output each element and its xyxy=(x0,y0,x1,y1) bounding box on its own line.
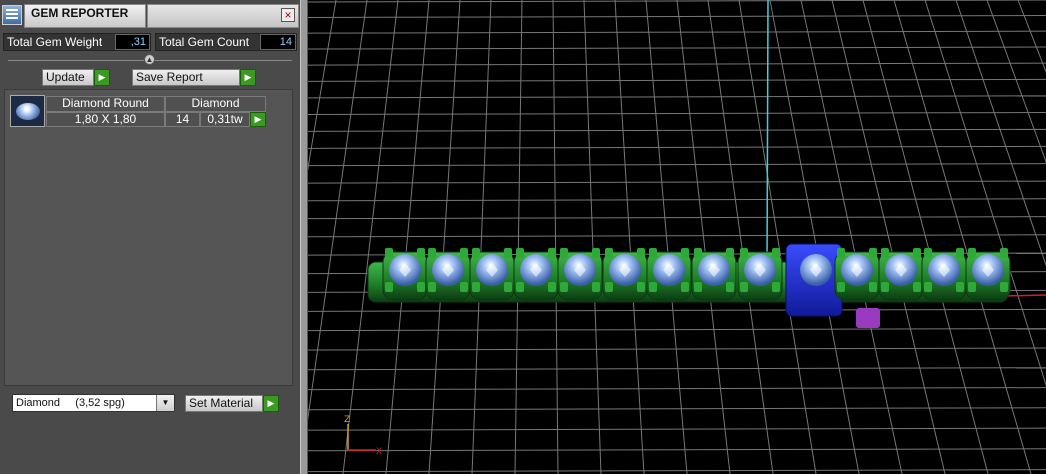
gem-reporter-app-icon xyxy=(2,5,22,25)
gem-weight-cell: 0,31tw xyxy=(200,112,250,127)
viewport-canvas[interactable]: X Z xyxy=(308,0,1046,474)
row-select-arrow-icon[interactable]: ▶ xyxy=(250,112,266,127)
material-select[interactable]: Diamond (3,52 spg) xyxy=(12,394,175,412)
axis-z-label: Z xyxy=(344,415,350,425)
set-material-arrow-icon[interactable]: ▶ xyxy=(263,395,279,412)
axis-gizmo: X Z xyxy=(344,415,382,457)
gem-reporter-panel: GEM REPORTER × Total Gem Weight ,31 Tota… xyxy=(0,0,301,474)
total-weight-value: ,31 xyxy=(115,34,150,50)
title-bar-fill xyxy=(147,4,299,28)
gem-material-cell: Diamond xyxy=(165,96,266,112)
gem-name-cell: Diamond Round xyxy=(46,96,165,112)
total-count-value: 14 xyxy=(260,34,296,50)
jewelry-band-model[interactable] xyxy=(367,243,1011,328)
panel-title-bar: GEM REPORTER × xyxy=(0,0,300,30)
gem-list[interactable] xyxy=(4,89,293,386)
axis-x-label: X xyxy=(376,447,382,457)
gem-stats-bar: Total Gem Weight ,31 Total Gem Count 14 xyxy=(3,33,297,51)
round-diamond-icon xyxy=(10,95,45,127)
panel-splitter[interactable] xyxy=(300,0,308,474)
panel-title: GEM REPORTER xyxy=(24,4,146,28)
gem-size-cell: 1,80 X 1,80 xyxy=(46,112,165,127)
viewport-grid xyxy=(308,0,1046,474)
update-button[interactable]: Update xyxy=(42,69,94,86)
update-arrow-icon[interactable]: ▶ xyxy=(94,69,110,86)
gem-count-cell: 14 xyxy=(165,112,200,127)
close-button[interactable]: × xyxy=(281,8,295,22)
3d-viewport[interactable]: X Z xyxy=(308,0,1046,474)
collapse-arrow-icon[interactable]: ▲ xyxy=(144,54,155,65)
vertical-axis-line xyxy=(766,0,769,271)
save-report-arrow-icon[interactable]: ▶ xyxy=(240,69,256,86)
save-report-button[interactable]: Save Report xyxy=(132,69,240,86)
horizontal-axis-line xyxy=(1002,294,1046,297)
set-material-button[interactable]: Set Material xyxy=(185,395,263,412)
chevron-down-icon[interactable]: ▼ xyxy=(156,395,174,411)
